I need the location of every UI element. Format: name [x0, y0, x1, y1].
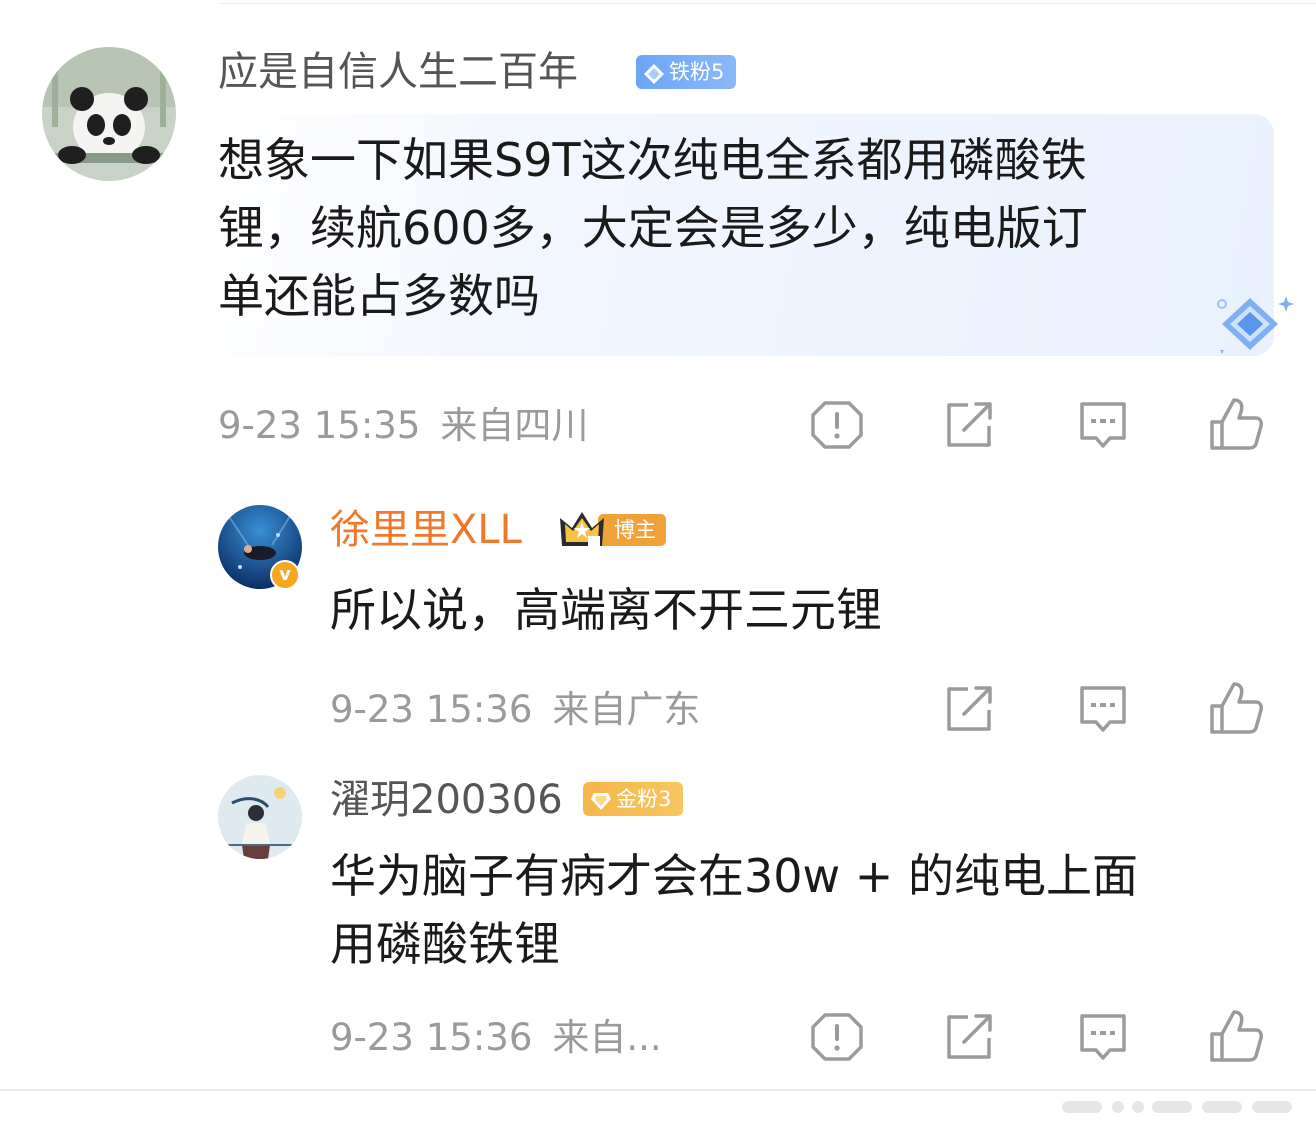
like-icon[interactable] — [1208, 396, 1264, 452]
main-comment-line-1: 想象一下如果S9T这次纯电全系都用磷酸铁 — [218, 133, 1087, 187]
share-icon[interactable] — [944, 400, 996, 450]
main-username[interactable]: 应是自信人生二百年 — [218, 48, 578, 96]
main-location: 来自四川 — [440, 404, 589, 447]
reply1-meta: 9-23 15:36 来自广东 — [330, 688, 700, 732]
avatar-reply2[interactable] — [218, 775, 302, 859]
iron-fan-badge-label: 铁粉5 — [669, 60, 725, 84]
like-icon[interactable] — [1208, 680, 1264, 736]
blogger-username[interactable]: 徐里里XLL — [330, 506, 522, 554]
reply1-location: 来自广东 — [552, 688, 701, 731]
comment-icon[interactable] — [1078, 1012, 1128, 1062]
reply2-username[interactable]: 濯玥200306 — [330, 776, 563, 824]
blogger-badge: 博主 — [558, 506, 668, 556]
gold-gem-icon — [590, 788, 612, 822]
main-comment-line-3: 单还能占多数吗 — [218, 269, 540, 323]
watermark-bars-icon — [1062, 1099, 1312, 1119]
report-icon[interactable] — [810, 1010, 864, 1064]
gold-fan-badge-label: 金粉3 — [616, 787, 672, 811]
reply2-location: 来自... — [552, 1016, 662, 1059]
comment-icon[interactable] — [1078, 400, 1128, 450]
verified-v-badge: v — [270, 560, 300, 590]
reply1-timestamp: 9-23 15:36 — [330, 688, 533, 731]
comment-icon[interactable] — [1078, 684, 1128, 734]
main-comment-line-2: 锂，续航600多，大定会是多少，纯电版订 — [218, 201, 1088, 255]
diamond-icon — [643, 61, 665, 95]
reply2-meta: 9-23 15:36 来自... — [330, 1016, 662, 1060]
reply1-text: 所以说，高端离不开三元锂 — [330, 583, 882, 637]
avatar-main-commenter[interactable] — [42, 47, 176, 181]
share-icon[interactable] — [944, 684, 996, 734]
sparkle-diamond-icon — [1208, 292, 1298, 358]
reply2-timestamp: 9-23 15:36 — [330, 1016, 533, 1059]
bottom-divider — [0, 1089, 1316, 1091]
reply2-line-1: 华为脑子有病才会在30w + 的纯电上面 — [330, 849, 1138, 903]
blogger-badge-label: 博主 — [614, 518, 656, 542]
gold-fan-badge: 金粉3 — [583, 782, 683, 816]
like-icon[interactable] — [1208, 1008, 1264, 1064]
share-icon[interactable] — [944, 1012, 996, 1062]
report-icon[interactable] — [810, 398, 864, 452]
main-meta: 9-23 15:35 来自四川 — [218, 404, 588, 448]
iron-fan-badge: 铁粉5 — [636, 55, 736, 89]
top-divider — [218, 3, 1316, 4]
main-timestamp: 9-23 15:35 — [218, 404, 421, 447]
reply2-line-2: 用磷酸铁锂 — [330, 917, 560, 971]
